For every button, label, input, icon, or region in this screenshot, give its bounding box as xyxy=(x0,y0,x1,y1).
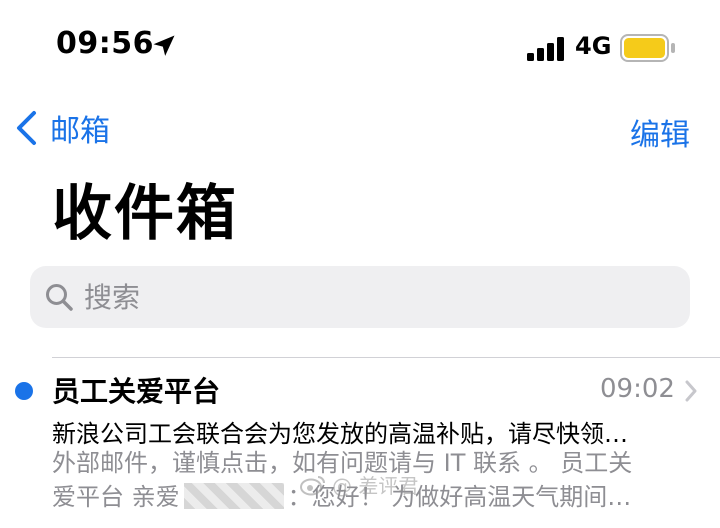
weibo-logo-icon xyxy=(300,475,325,495)
status-bar: 09:56 4G xyxy=(0,0,720,96)
battery-icon xyxy=(620,34,675,62)
mail-list-item[interactable]: 员工关爱平台 09:02 新浪公司工会联合会为您发放的高温补贴，请尽快领… 外部… xyxy=(0,358,720,528)
unread-indicator xyxy=(15,382,33,400)
search-icon xyxy=(46,284,73,311)
watermark: @ 差评君 xyxy=(300,470,418,499)
back-to-mailboxes-button[interactable]: 邮箱 xyxy=(14,106,110,150)
mail-time: 09:02 xyxy=(600,374,675,404)
watermark-text: @ 差评君 xyxy=(332,474,419,498)
search-bar[interactable] xyxy=(30,266,690,328)
back-button-label: 邮箱 xyxy=(50,114,110,149)
navigation-bar: 邮箱 编辑 xyxy=(0,96,720,160)
network-type: 4G xyxy=(575,32,612,60)
mail-subject: 新浪公司工会联合会为您发放的高温补贴，请尽快领… xyxy=(52,420,628,448)
edit-button[interactable]: 编辑 xyxy=(630,110,690,154)
status-time: 09:56 xyxy=(56,26,154,61)
page-title: 收件箱 xyxy=(52,179,238,249)
search-input[interactable] xyxy=(84,280,644,314)
chevron-left-icon xyxy=(17,111,36,145)
chevron-right-icon xyxy=(685,380,697,402)
cellular-signal-icon xyxy=(527,37,564,61)
location-arrow-icon xyxy=(153,35,175,56)
mail-preview-text: 爱平台 亲爱 xyxy=(52,483,180,511)
redacted-name-blur xyxy=(183,483,284,509)
mail-sender: 员工关爱平台 xyxy=(52,375,221,408)
